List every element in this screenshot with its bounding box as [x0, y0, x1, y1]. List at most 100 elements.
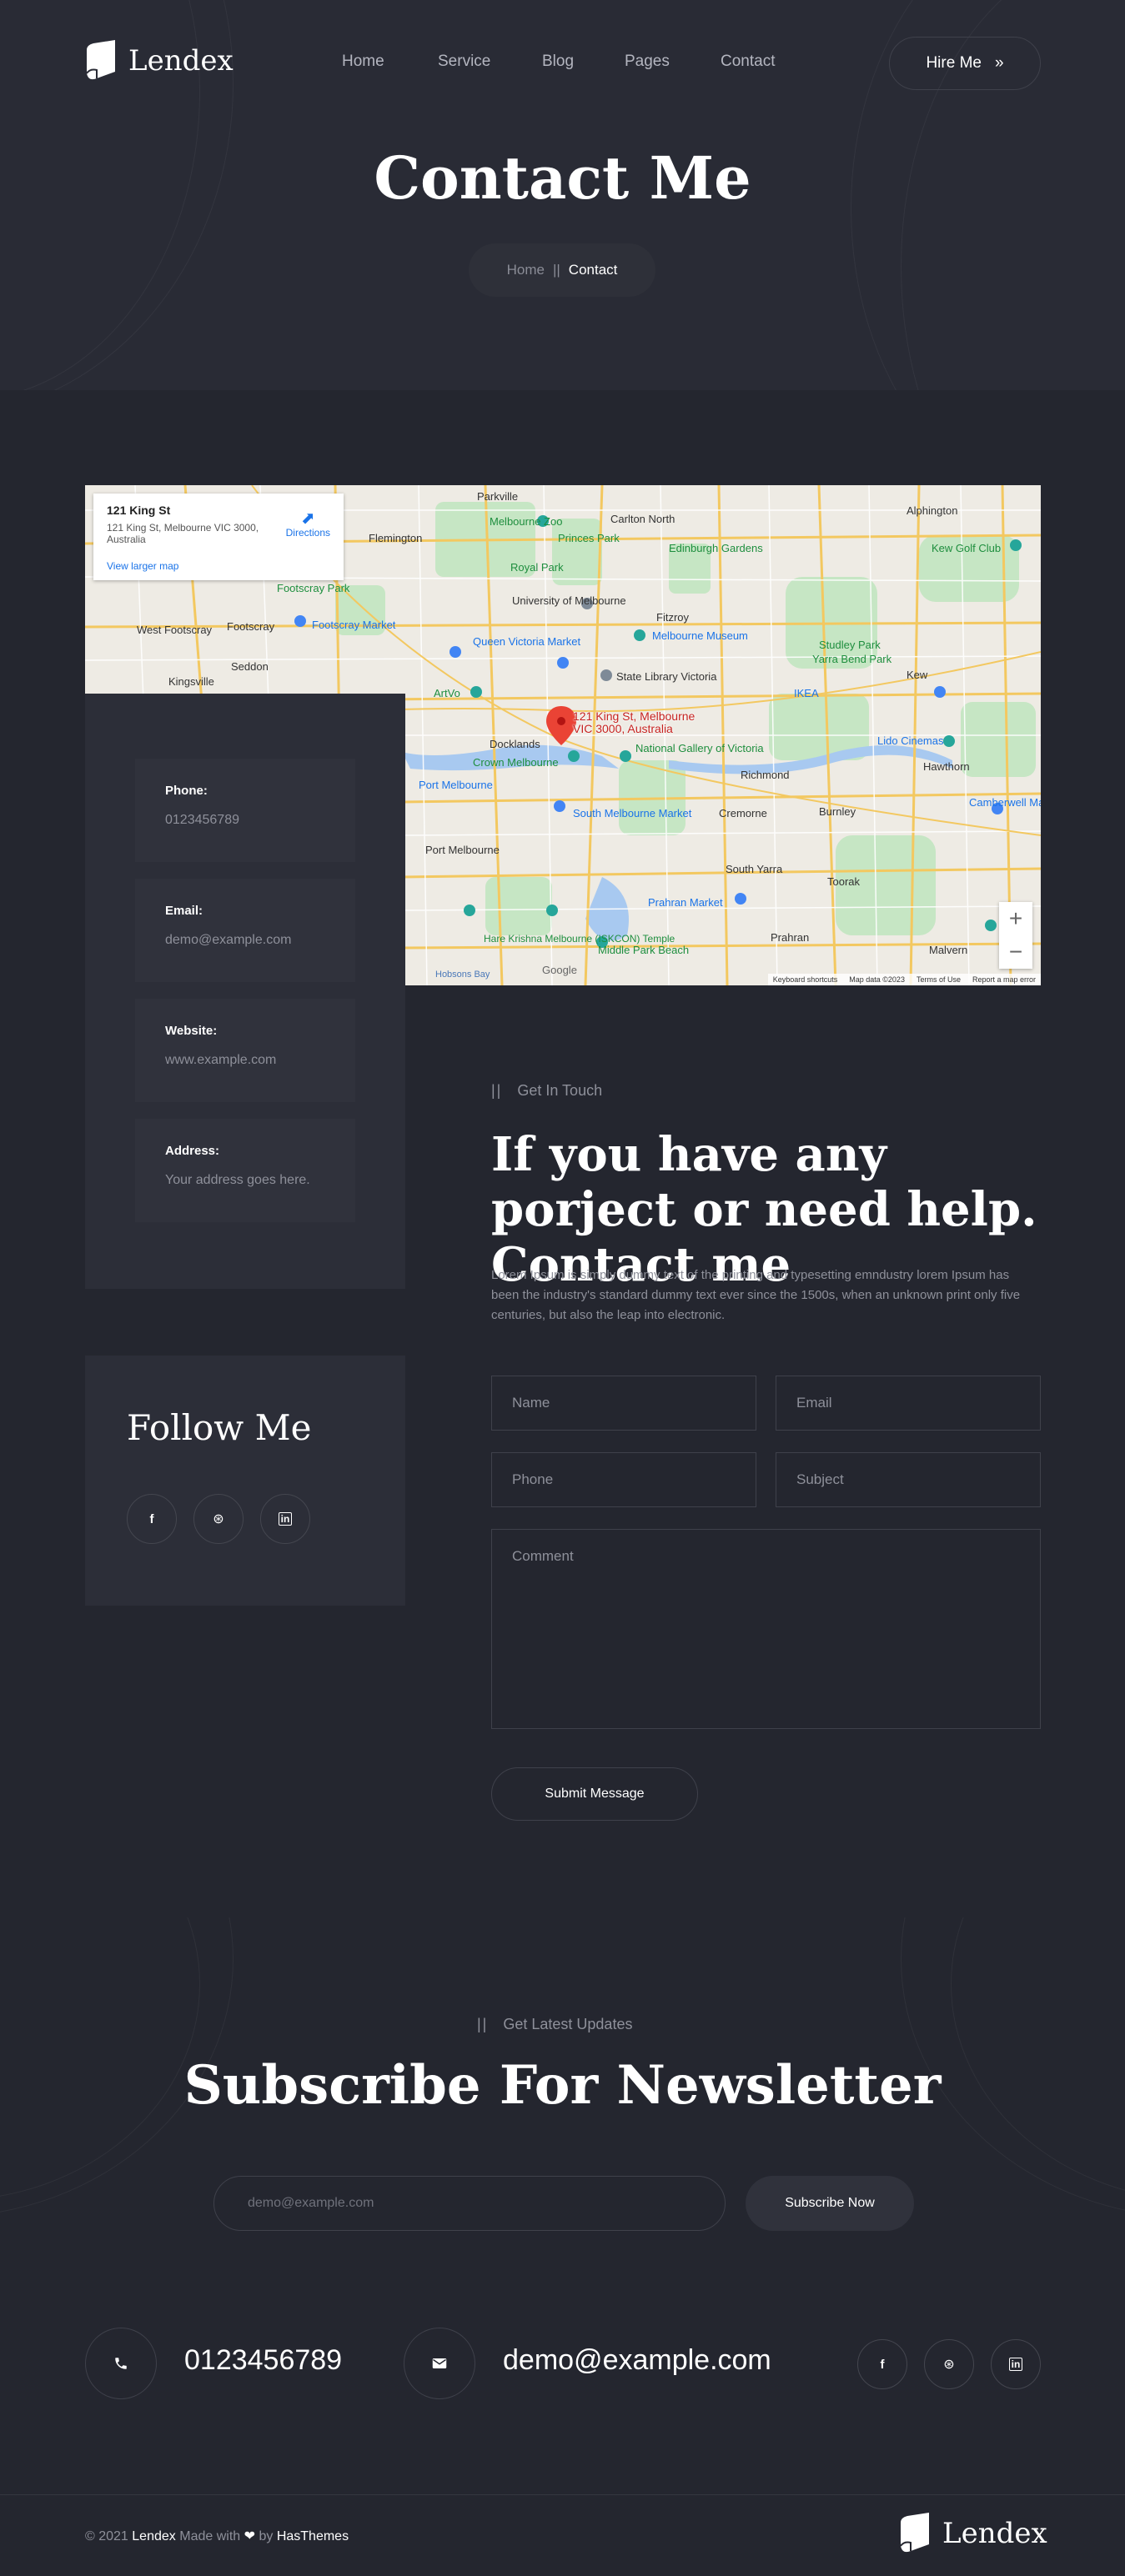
logo-book-icon	[900, 2513, 929, 2553]
map-label: West Footscray	[137, 624, 213, 636]
map-label: Port Melbourne	[419, 779, 493, 791]
page: Lendex Home Service Blog Pages Contact H…	[0, 0, 1125, 2576]
facebook-icon: f	[149, 1511, 154, 1526]
info-card-email: Email: demo@example.com	[135, 879, 355, 982]
facebook-button[interactable]: f	[127, 1494, 177, 1544]
map-label: Carlton North	[610, 513, 675, 525]
map-label: Docklands	[490, 738, 540, 750]
zoom-in-button[interactable]: +	[999, 902, 1032, 935]
info-label: Phone:	[165, 784, 208, 798]
map-label: Fitzroy	[656, 611, 690, 624]
dribbble-icon: ⊛	[213, 1512, 224, 1526]
subject-field[interactable]: Subject	[776, 1452, 1041, 1507]
report-error-link[interactable]: Report a map error	[972, 975, 1036, 984]
info-value[interactable]: 0123456789	[165, 813, 325, 828]
submit-label: Submit Message	[545, 1787, 645, 1801]
double-chevron-right-icon: »	[994, 54, 1004, 72]
map-label: University of Melbourne	[512, 594, 626, 607]
email-circle	[404, 2328, 475, 2399]
author-link[interactable]: HasThemes	[277, 2529, 349, 2543]
copyright: © 2021 Lendex Made with ❤ by HasThemes	[85, 2528, 349, 2544]
nav-home[interactable]: Home	[342, 53, 384, 71]
made-with-text: Made with	[179, 2529, 241, 2543]
map-attribution: Keyboard shortcuts Map data ©2023 Terms …	[767, 974, 1041, 985]
newsletter-eyebrow: || Get Latest Updates	[477, 2016, 632, 2033]
contact-eyebrow: || Get In Touch	[491, 1082, 602, 1100]
footer-linkedin-button[interactable]: in	[991, 2339, 1041, 2389]
dribbble-icon: ⊛	[943, 2358, 955, 2372]
nav-service[interactable]: Service	[438, 53, 490, 71]
hire-me-label: Hire Me	[926, 54, 982, 72]
copyright-brand[interactable]: Lendex	[132, 2529, 176, 2543]
hire-me-button[interactable]: Hire Me »	[889, 37, 1041, 90]
map-place-card: 121 King St 121 King St, Melbourne VIC 3…	[93, 494, 344, 580]
phone-number[interactable]: 0123456789	[184, 2344, 342, 2377]
subscribe-label: Subscribe Now	[785, 2196, 875, 2210]
map-label: ArtVo	[434, 687, 460, 699]
map-label: Hobsons Bay	[435, 970, 490, 980]
dribbble-button[interactable]: ⊛	[193, 1494, 244, 1544]
info-label: Address:	[165, 1144, 220, 1158]
map-label: Prahran	[771, 931, 809, 944]
submit-message-button[interactable]: Submit Message	[491, 1767, 698, 1821]
map-label: Port Melbourne	[425, 844, 500, 856]
subject-placeholder: Subject	[796, 1471, 844, 1487]
copyright-prefix: © 2021	[85, 2529, 128, 2543]
comment-textarea[interactable]: Comment	[491, 1529, 1041, 1729]
map-data-text: Map data ©2023	[849, 975, 905, 984]
breadcrumb-current: Contact	[568, 262, 618, 278]
directions-icon: ⬈	[300, 509, 315, 528]
map-label: Footscray Park	[277, 582, 350, 594]
footer-dribbble-button[interactable]: ⊛	[924, 2339, 974, 2389]
map-label: Melbourne Museum	[652, 629, 748, 642]
breadcrumb-home[interactable]: Home	[507, 262, 545, 278]
map-pin-label: 121 King St, Melbourne VIC 3000, Austral…	[573, 709, 696, 735]
nav-contact[interactable]: Contact	[721, 53, 775, 71]
envelope-icon	[432, 2358, 447, 2368]
keyboard-shortcuts-link[interactable]: Keyboard shortcuts	[773, 975, 838, 984]
newsletter-placeholder: demo@example.com	[248, 2196, 374, 2210]
email-field[interactable]: Email	[776, 1376, 1041, 1431]
contact-info-panel: Phone: 0123456789 Email: demo@example.co…	[85, 694, 405, 1289]
terms-link[interactable]: Terms of Use	[917, 975, 961, 984]
facebook-icon: f	[880, 2357, 885, 2372]
footer-facebook-button[interactable]: f	[857, 2339, 907, 2389]
map-label: South Yarra	[726, 863, 783, 875]
view-larger-map-link[interactable]: View larger map	[107, 560, 178, 572]
newsletter-email-input[interactable]: demo@example.com	[213, 2176, 726, 2231]
footer-divider	[0, 2494, 1125, 2495]
hero-section: Lendex Home Service Blog Pages Contact H…	[0, 0, 1125, 390]
breadcrumb-separator: ||	[552, 262, 560, 278]
info-value[interactable]: demo@example.com	[165, 933, 325, 948]
footer-logo[interactable]: Lendex	[899, 2511, 1047, 2556]
map-label: IKEA	[794, 687, 819, 699]
map-label: Crown Melbourne	[473, 756, 559, 769]
logo-book-icon	[86, 40, 115, 80]
name-field[interactable]: Name	[491, 1376, 756, 1431]
map-label: Edinburgh Gardens	[669, 542, 763, 554]
breadcrumb: Home || Contact	[469, 243, 655, 297]
phone-field[interactable]: Phone	[491, 1452, 756, 1507]
linkedin-button[interactable]: in	[260, 1494, 310, 1544]
map-label: Burnley	[819, 805, 856, 818]
map-label: Footscray Market	[312, 619, 396, 631]
page-title: Contact Me	[374, 143, 751, 213]
map-label: Hawthorn	[923, 760, 970, 773]
directions-button[interactable]: ⬈ Directions	[286, 510, 330, 539]
map-label: Hare Krishna Melbourne (ISKCON) Temple	[484, 933, 676, 945]
zoom-out-button[interactable]: −	[999, 935, 1032, 969]
email-address[interactable]: demo@example.com	[503, 2344, 771, 2377]
follow-title: Follow Me	[127, 1407, 312, 1448]
info-value[interactable]: www.example.com	[165, 1053, 325, 1068]
header-logo[interactable]: Lendex	[85, 38, 234, 83]
map-label: Melbourne Zoo	[490, 515, 562, 528]
nav-blog[interactable]: Blog	[542, 53, 574, 71]
subscribe-button[interactable]: Subscribe Now	[746, 2176, 914, 2231]
map-place-address: 121 King St, Melbourne VIC 3000, Austral…	[107, 522, 259, 545]
map-label: Middle Park Beach	[598, 944, 689, 956]
nav-pages[interactable]: Pages	[625, 53, 670, 71]
map-label: Kingsville	[168, 675, 214, 688]
map-label: Kew	[907, 669, 928, 681]
map-google-logo: Google	[542, 964, 577, 976]
logo-text: Lendex	[128, 44, 234, 78]
